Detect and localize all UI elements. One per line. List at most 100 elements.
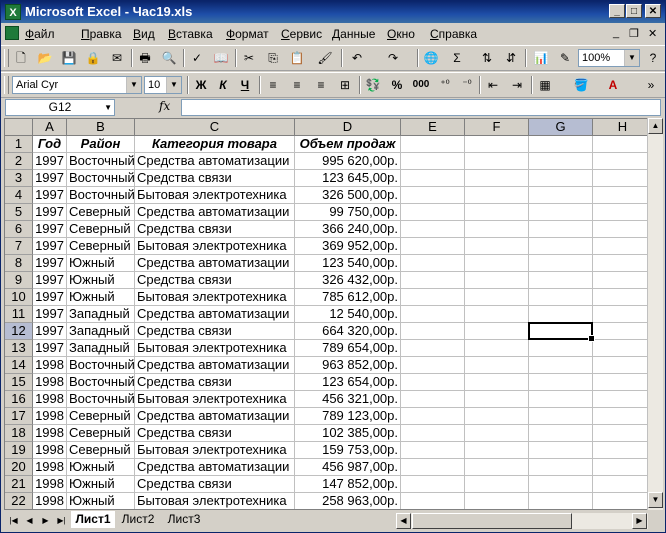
cell-E1[interactable] — [401, 136, 465, 153]
cell-E10[interactable] — [401, 289, 465, 306]
cell-H3[interactable] — [593, 170, 653, 187]
cell-B22[interactable]: Южный — [67, 493, 135, 509]
cell-E19[interactable] — [401, 442, 465, 459]
cell-F21[interactable] — [465, 476, 529, 493]
print-preview-icon[interactable]: 🔍 — [159, 49, 179, 67]
cell-H8[interactable] — [593, 255, 653, 272]
cell-C7[interactable]: Бытовая электротехника — [135, 238, 295, 255]
cell-H12[interactable] — [593, 323, 653, 340]
cell-H11[interactable] — [593, 306, 653, 323]
menu-file[interactable]: Файл — [25, 27, 55, 41]
cell-A3[interactable]: 1997 — [33, 170, 67, 187]
cell-H14[interactable] — [593, 357, 653, 374]
insert-function-icon[interactable]: fx — [159, 99, 170, 113]
cell-D7[interactable]: 369 952,00р. — [295, 238, 401, 255]
scroll-up-icon[interactable]: ▲ — [648, 118, 663, 134]
worksheet-grid[interactable]: A B C D E F G H 1 Год Район Категория товара Объем п… — [4, 118, 659, 510]
cell-E14[interactable] — [401, 357, 465, 374]
cell-G3[interactable] — [529, 170, 593, 187]
comma-style-button[interactable]: 000 — [411, 76, 431, 94]
cell-G6[interactable] — [529, 221, 593, 238]
doc-minimize-icon[interactable]: _ — [613, 27, 619, 39]
cell-B5[interactable]: Северный — [67, 204, 135, 221]
cell-G7[interactable] — [529, 238, 593, 255]
cell-H19[interactable] — [593, 442, 653, 459]
cell-H7[interactable] — [593, 238, 653, 255]
column-header-F[interactable]: F — [465, 119, 529, 136]
cell-A11[interactable]: 1997 — [33, 306, 67, 323]
cell-D1[interactable]: Объем продаж — [295, 136, 401, 153]
redo-icon[interactable]: ↷ — [383, 49, 403, 67]
cell-C17[interactable]: Средства автоматизации — [135, 408, 295, 425]
cell-D21[interactable]: 147 852,00р. — [295, 476, 401, 493]
row-header-9[interactable]: 9 — [5, 272, 33, 289]
cell-H6[interactable] — [593, 221, 653, 238]
cell-E17[interactable] — [401, 408, 465, 425]
row-header-19[interactable]: 19 — [5, 442, 33, 459]
cell-H17[interactable] — [593, 408, 653, 425]
cell-F22[interactable] — [465, 493, 529, 509]
email-icon[interactable]: ✉ — [107, 49, 127, 67]
cell-E5[interactable] — [401, 204, 465, 221]
cell-C19[interactable]: Бытовая электротехника — [135, 442, 295, 459]
cell-F18[interactable] — [465, 425, 529, 442]
cell-D17[interactable]: 789 123,00р. — [295, 408, 401, 425]
cell-H16[interactable] — [593, 391, 653, 408]
cell-G1[interactable] — [529, 136, 593, 153]
help-icon[interactable]: ? — [643, 49, 663, 67]
zoom-combo[interactable]: 100% ▼ — [578, 49, 640, 67]
cell-A1[interactable]: Год — [33, 136, 67, 153]
cell-B2[interactable]: Восточный — [67, 153, 135, 170]
cell-F19[interactable] — [465, 442, 529, 459]
cell-D5[interactable]: 99 750,00р. — [295, 204, 401, 221]
toolbar-options-icon[interactable]: » — [641, 76, 661, 94]
cell-G2[interactable] — [529, 153, 593, 170]
doc-restore-icon[interactable]: ❐ — [629, 27, 639, 40]
cell-B15[interactable]: Восточный — [67, 374, 135, 391]
cell-B10[interactable]: Южный — [67, 289, 135, 306]
cell-E3[interactable] — [401, 170, 465, 187]
cell-E2[interactable] — [401, 153, 465, 170]
cell-A20[interactable]: 1998 — [33, 459, 67, 476]
cell-B8[interactable]: Южный — [67, 255, 135, 272]
cell-A4[interactable]: 1997 — [33, 187, 67, 204]
menu-data[interactable]: Данные — [332, 27, 375, 41]
cell-B17[interactable]: Северный — [67, 408, 135, 425]
format-painter-icon[interactable]: 🖌 — [315, 49, 335, 67]
row-header-7[interactable]: 7 — [5, 238, 33, 255]
maximize-button[interactable]: □ — [626, 4, 642, 18]
column-header-C[interactable]: C — [135, 119, 295, 136]
cell-D19[interactable]: 159 753,00р. — [295, 442, 401, 459]
save-icon[interactable]: 💾 — [59, 49, 79, 67]
font-color-icon[interactable]: A — [603, 76, 623, 94]
autosum-icon[interactable]: Σ — [447, 49, 467, 67]
cell-H10[interactable] — [593, 289, 653, 306]
cell-G5[interactable] — [529, 204, 593, 221]
cell-A21[interactable]: 1998 — [33, 476, 67, 493]
cell-F15[interactable] — [465, 374, 529, 391]
cell-B16[interactable]: Восточный — [67, 391, 135, 408]
chevron-down-icon[interactable]: ▼ — [126, 77, 141, 93]
cell-C3[interactable]: Средства связи — [135, 170, 295, 187]
decrease-decimal-icon[interactable]: ⁻⁰ — [457, 76, 477, 94]
cell-D22[interactable]: 258 963,00р. — [295, 493, 401, 509]
cell-H4[interactable] — [593, 187, 653, 204]
cell-B18[interactable]: Северный — [67, 425, 135, 442]
row-header-10[interactable]: 10 — [5, 289, 33, 306]
cell-H18[interactable] — [593, 425, 653, 442]
cell-G4[interactable] — [529, 187, 593, 204]
cell-A22[interactable]: 1998 — [33, 493, 67, 509]
menu-view[interactable]: Вид — [133, 27, 155, 41]
cell-A2[interactable]: 1997 — [33, 153, 67, 170]
row-header-6[interactable]: 6 — [5, 221, 33, 238]
row-header-3[interactable]: 3 — [5, 170, 33, 187]
row-header-17[interactable]: 17 — [5, 408, 33, 425]
cell-E9[interactable] — [401, 272, 465, 289]
row-header-13[interactable]: 13 — [5, 340, 33, 357]
cell-E22[interactable] — [401, 493, 465, 509]
excel-app-icon[interactable]: X — [5, 4, 21, 20]
cell-E7[interactable] — [401, 238, 465, 255]
print-icon[interactable]: 🖶 — [135, 49, 155, 67]
prev-sheet-icon[interactable]: ◀ — [23, 514, 36, 528]
cell-A13[interactable]: 1997 — [33, 340, 67, 357]
